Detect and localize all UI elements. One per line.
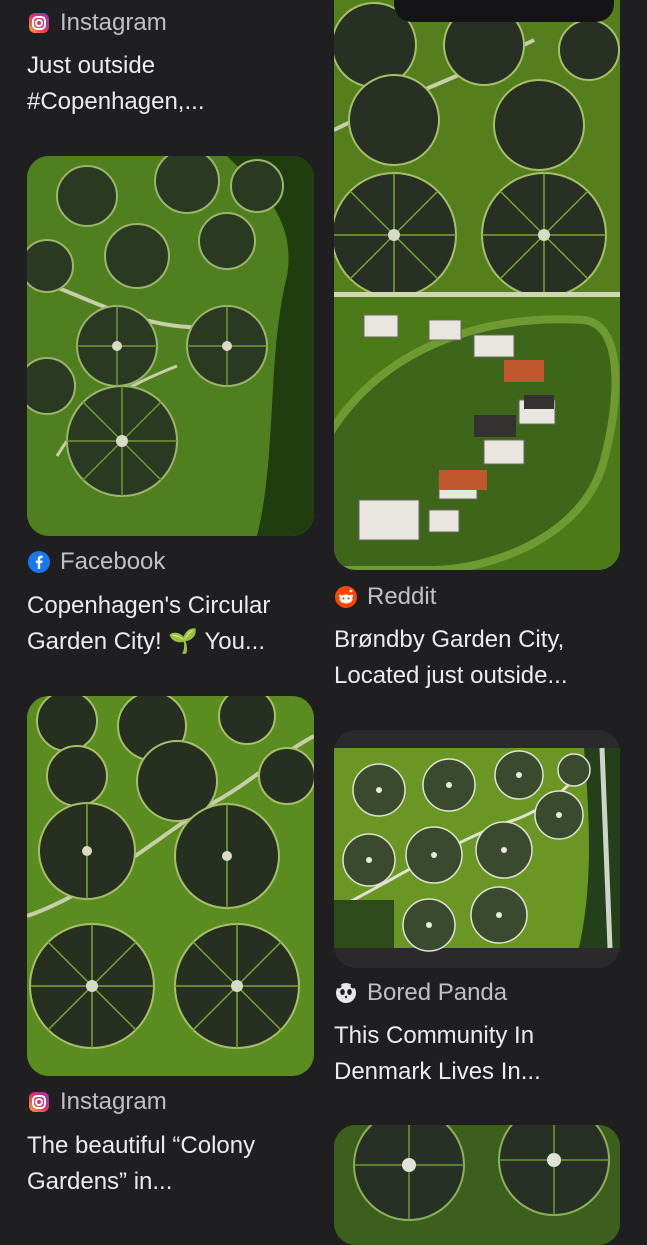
aerial-gardens-image bbox=[334, 1125, 620, 1245]
aerial-gardens-image bbox=[334, 0, 620, 570]
result-thumbnail[interactable] bbox=[27, 156, 314, 536]
facebook-icon bbox=[27, 550, 51, 574]
result-source-name: Instagram bbox=[60, 9, 167, 36]
result-source-name: Bored Panda bbox=[367, 979, 508, 1006]
instagram-icon bbox=[27, 11, 51, 35]
bored-panda-icon bbox=[334, 981, 358, 1005]
result-source: Facebook bbox=[27, 545, 314, 579]
aerial-gardens-image bbox=[27, 156, 314, 536]
result-source: Instagram bbox=[27, 6, 314, 40]
result-source: Bored Panda bbox=[334, 976, 620, 1010]
reddit-icon bbox=[334, 585, 358, 609]
result-thumbnail[interactable] bbox=[334, 730, 620, 968]
aerial-gardens-image bbox=[27, 696, 314, 1076]
result-title[interactable]: This Community In Denmark Lives In... bbox=[334, 1018, 630, 1090]
result-title[interactable]: Copenhagen's Circular Garden City! 🌱 You… bbox=[27, 588, 324, 660]
result-source: Instagram bbox=[27, 1085, 314, 1119]
result-source-name: Facebook bbox=[60, 548, 166, 575]
instagram-icon bbox=[27, 1090, 51, 1114]
result-source-name: Reddit bbox=[367, 583, 437, 610]
result-source-name: Instagram bbox=[60, 1088, 167, 1115]
result-title[interactable]: Just outside #Copenhagen,... bbox=[27, 48, 324, 120]
result-thumbnail[interactable] bbox=[334, 0, 620, 570]
result-title[interactable]: Brøndby Garden City, Located just outsid… bbox=[334, 622, 630, 694]
result-thumbnail[interactable] bbox=[27, 696, 314, 1076]
result-source: Reddit bbox=[334, 580, 620, 614]
aerial-gardens-image bbox=[334, 730, 620, 968]
result-title[interactable]: The beautiful “Colony Gardens” in... bbox=[27, 1128, 324, 1200]
result-thumbnail[interactable] bbox=[334, 1125, 620, 1245]
image-overlay-strip bbox=[394, 0, 614, 22]
